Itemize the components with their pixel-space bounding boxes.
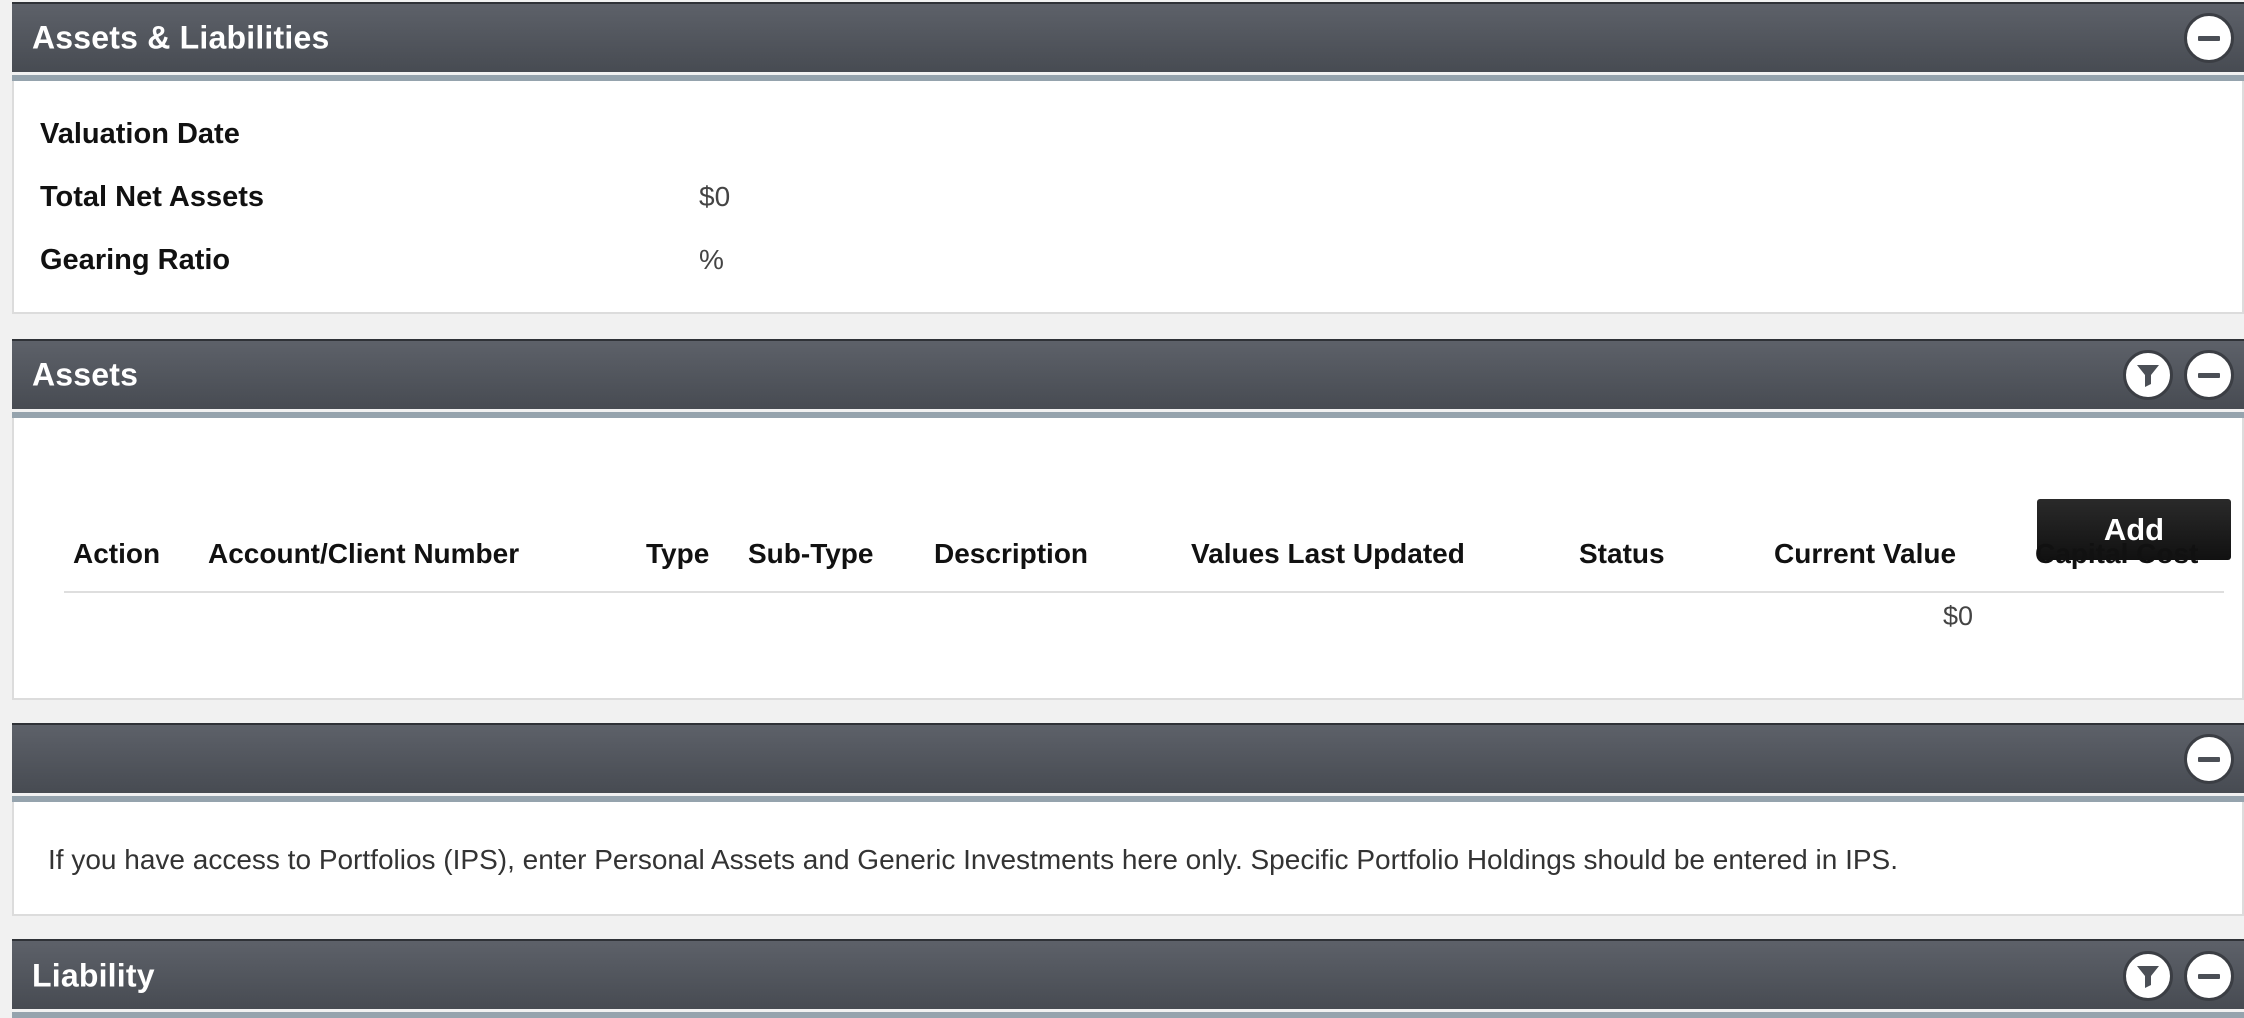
filter-icon	[2137, 365, 2159, 387]
liability-header: Liability	[12, 939, 2244, 1018]
liability-title: Liability	[32, 957, 155, 994]
column-header-current-value[interactable]: Current Value	[1774, 538, 1956, 570]
column-header-account-client-number[interactable]: Account/Client Number	[208, 538, 519, 570]
table-header-divider	[64, 591, 2224, 593]
assets-liabilities-header: Assets & Liabilities	[12, 2, 2244, 81]
notice-body: If you have access to Portfolios (IPS), …	[12, 802, 2244, 916]
ips-notice-text: If you have access to Portfolios (IPS), …	[48, 844, 1898, 875]
notice-header	[12, 723, 2244, 802]
assets-liabilities-title: Assets & Liabilities	[32, 19, 330, 56]
collapse-liability-button[interactable]	[2184, 951, 2234, 1001]
filter-assets-button[interactable]	[2123, 350, 2173, 400]
minus-icon	[2198, 35, 2220, 41]
collapse-notice-button[interactable]	[2184, 734, 2234, 784]
column-header-action[interactable]: Action	[73, 538, 160, 570]
column-header-sub-type[interactable]: Sub-Type	[748, 538, 873, 570]
total-net-assets-value: $0	[699, 181, 731, 212]
collapse-assets-liabilities-button[interactable]	[2184, 13, 2234, 63]
column-header-values-last-updated[interactable]: Values Last Updated	[1191, 538, 1465, 570]
assets-header: Assets	[12, 339, 2244, 418]
current-value-total: $0	[1942, 601, 1973, 631]
gearing-ratio-value: %	[699, 244, 724, 275]
gearing-ratio-label: Gearing Ratio	[40, 244, 231, 276]
column-header-type[interactable]: Type	[646, 538, 709, 570]
valuation-date-label: Valuation Date	[40, 118, 240, 150]
collapse-assets-button[interactable]	[2184, 350, 2234, 400]
column-header-description[interactable]: Description	[934, 538, 1088, 570]
assets-body: Add Action Account/Client Number Type Su…	[12, 418, 2244, 700]
filter-liability-button[interactable]	[2123, 951, 2173, 1001]
minus-icon	[2198, 756, 2220, 762]
assets-title: Assets	[32, 356, 139, 393]
total-net-assets-label: Total Net Assets	[40, 181, 264, 213]
minus-icon	[2198, 973, 2220, 979]
column-header-capital-cost[interactable]: Capital Cost	[2035, 538, 2198, 570]
assets-liabilities-body: Valuation Date Total Net Assets $0 Geari…	[12, 81, 2244, 314]
minus-icon	[2198, 372, 2220, 378]
filter-icon	[2137, 966, 2159, 988]
column-header-status[interactable]: Status	[1579, 538, 1665, 570]
